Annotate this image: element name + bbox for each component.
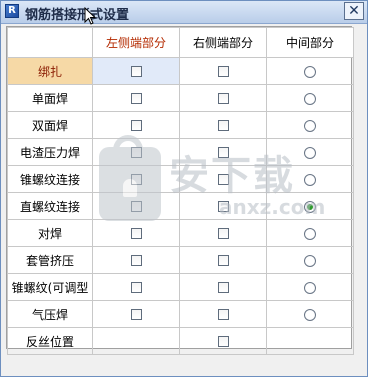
left-end-cell — [92, 300, 180, 328]
left-end-checkbox[interactable] — [130, 147, 142, 158]
middle-cell — [266, 327, 354, 355]
left-end-checkbox[interactable] — [130, 66, 142, 77]
middle-cell — [266, 138, 354, 166]
left-end-cell — [92, 111, 180, 139]
middle-radio[interactable] — [304, 65, 316, 78]
table-row: 电渣压力焊 — [7, 138, 354, 166]
table-row: 气压焊 — [7, 300, 354, 328]
right-end-cell — [179, 192, 267, 220]
connection-table: 左侧端部分 右侧端部分 中间部分 绑扎 单面焊 双面焊 电渣压力焊 锥螺纹连接 直螺纹连接… — [7, 27, 354, 355]
left-end-cell — [92, 219, 180, 247]
table-row: 绑扎 — [7, 57, 354, 85]
right-end-cell — [179, 84, 267, 112]
row-label[interactable]: 锥螺纹(可调型 — [7, 273, 93, 301]
left-end-checkbox[interactable] — [130, 228, 142, 239]
right-end-cell — [179, 57, 267, 85]
middle-radio[interactable] — [304, 227, 316, 240]
row-label[interactable]: 套管挤压 — [7, 246, 93, 274]
row-label[interactable]: 电渣压力焊 — [7, 138, 93, 166]
connection-grid: 左侧端部分 右侧端部分 中间部分 绑扎 单面焊 双面焊 电渣压力焊 锥螺纹连接 直螺纹连接… — [6, 26, 354, 355]
middle-cell — [266, 300, 354, 328]
row-label[interactable]: 双面焊 — [7, 111, 93, 139]
middle-radio[interactable] — [304, 173, 316, 186]
table-row: 对焊 — [7, 219, 354, 247]
middle-radio[interactable] — [304, 146, 316, 159]
right-end-checkbox[interactable] — [217, 66, 229, 77]
left-end-cell — [92, 246, 180, 274]
close-button[interactable]: ✕ — [344, 2, 364, 20]
left-end-checkbox[interactable] — [130, 309, 142, 320]
middle-radio[interactable] — [304, 308, 316, 321]
corner-cell — [7, 27, 93, 58]
middle-cell — [266, 165, 354, 193]
right-end-cell — [179, 246, 267, 274]
right-end-checkbox[interactable] — [217, 174, 229, 185]
right-end-cell — [179, 327, 267, 355]
middle-cell — [266, 246, 354, 274]
right-end-cell — [179, 273, 267, 301]
middle-radio[interactable] — [304, 200, 316, 213]
right-end-checkbox[interactable] — [217, 336, 229, 347]
table-row: 双面焊 — [7, 111, 354, 139]
right-end-checkbox[interactable] — [217, 93, 229, 104]
row-label[interactable]: 气压焊 — [7, 300, 93, 328]
left-end-checkbox[interactable] — [130, 93, 142, 104]
title-bar[interactable]: R 钢筋搭接形式设置 ✕ — [1, 1, 367, 24]
table-row: 锥螺纹连接 — [7, 165, 354, 193]
row-label[interactable]: 直螺纹连接 — [7, 192, 93, 220]
left-end-cell — [92, 84, 180, 112]
window-title: 钢筋搭接形式设置 — [25, 8, 130, 23]
right-end-cell — [179, 219, 267, 247]
left-end-checkbox[interactable] — [130, 120, 142, 131]
right-end-checkbox[interactable] — [217, 282, 229, 293]
right-end-checkbox[interactable] — [217, 228, 229, 239]
right-end-cell — [179, 111, 267, 139]
right-end-checkbox[interactable] — [217, 201, 229, 212]
table-row: 锥螺纹(可调型 — [7, 273, 354, 301]
header-row: 左侧端部分 右侧端部分 中间部分 — [7, 27, 354, 58]
column-header-left[interactable]: 左侧端部分 — [92, 27, 180, 58]
middle-cell — [266, 273, 354, 301]
middle-radio[interactable] — [304, 254, 316, 267]
column-header-middle[interactable]: 中间部分 — [266, 27, 354, 58]
left-end-checkbox[interactable] — [130, 282, 142, 293]
middle-radio[interactable] — [304, 281, 316, 294]
left-end-cell — [92, 327, 180, 355]
middle-cell — [266, 219, 354, 247]
right-end-cell — [179, 138, 267, 166]
left-end-checkbox[interactable] — [130, 201, 142, 212]
right-end-checkbox[interactable] — [217, 147, 229, 158]
table-row: 单面焊 — [7, 84, 354, 112]
column-header-right[interactable]: 右侧端部分 — [179, 27, 267, 58]
left-end-checkbox[interactable] — [130, 255, 142, 266]
right-end-cell — [179, 165, 267, 193]
left-end-cell — [92, 57, 180, 85]
left-end-cell — [92, 165, 180, 193]
row-label[interactable]: 锥螺纹连接 — [7, 165, 93, 193]
right-end-cell — [179, 300, 267, 328]
row-label[interactable]: 单面焊 — [7, 84, 93, 112]
middle-radio[interactable] — [304, 92, 316, 105]
middle-cell — [266, 57, 354, 85]
right-end-checkbox[interactable] — [217, 120, 229, 131]
middle-cell — [266, 111, 354, 139]
row-label[interactable]: 反丝位置 — [7, 327, 93, 355]
left-end-cell — [92, 192, 180, 220]
middle-cell — [266, 84, 354, 112]
left-end-checkbox[interactable] — [130, 174, 142, 185]
app-icon: R — [5, 4, 19, 18]
left-end-cell — [92, 138, 180, 166]
middle-radio[interactable] — [304, 119, 316, 132]
right-end-checkbox[interactable] — [217, 309, 229, 320]
right-end-checkbox[interactable] — [217, 255, 229, 266]
table-row: 直螺纹连接 — [7, 192, 354, 220]
left-end-cell — [92, 273, 180, 301]
mouse-cursor-icon — [84, 7, 97, 25]
row-label[interactable]: 对焊 — [7, 219, 93, 247]
row-label[interactable]: 绑扎 — [7, 57, 93, 85]
dialog-window: R 钢筋搭接形式设置 ✕ 左侧端部分 右侧端部分 中间部分 绑扎 单面焊 双面焊 电渣… — [0, 0, 368, 377]
middle-cell — [266, 192, 354, 220]
table-row: 反丝位置 — [7, 327, 354, 355]
table-row: 套管挤压 — [7, 246, 354, 274]
